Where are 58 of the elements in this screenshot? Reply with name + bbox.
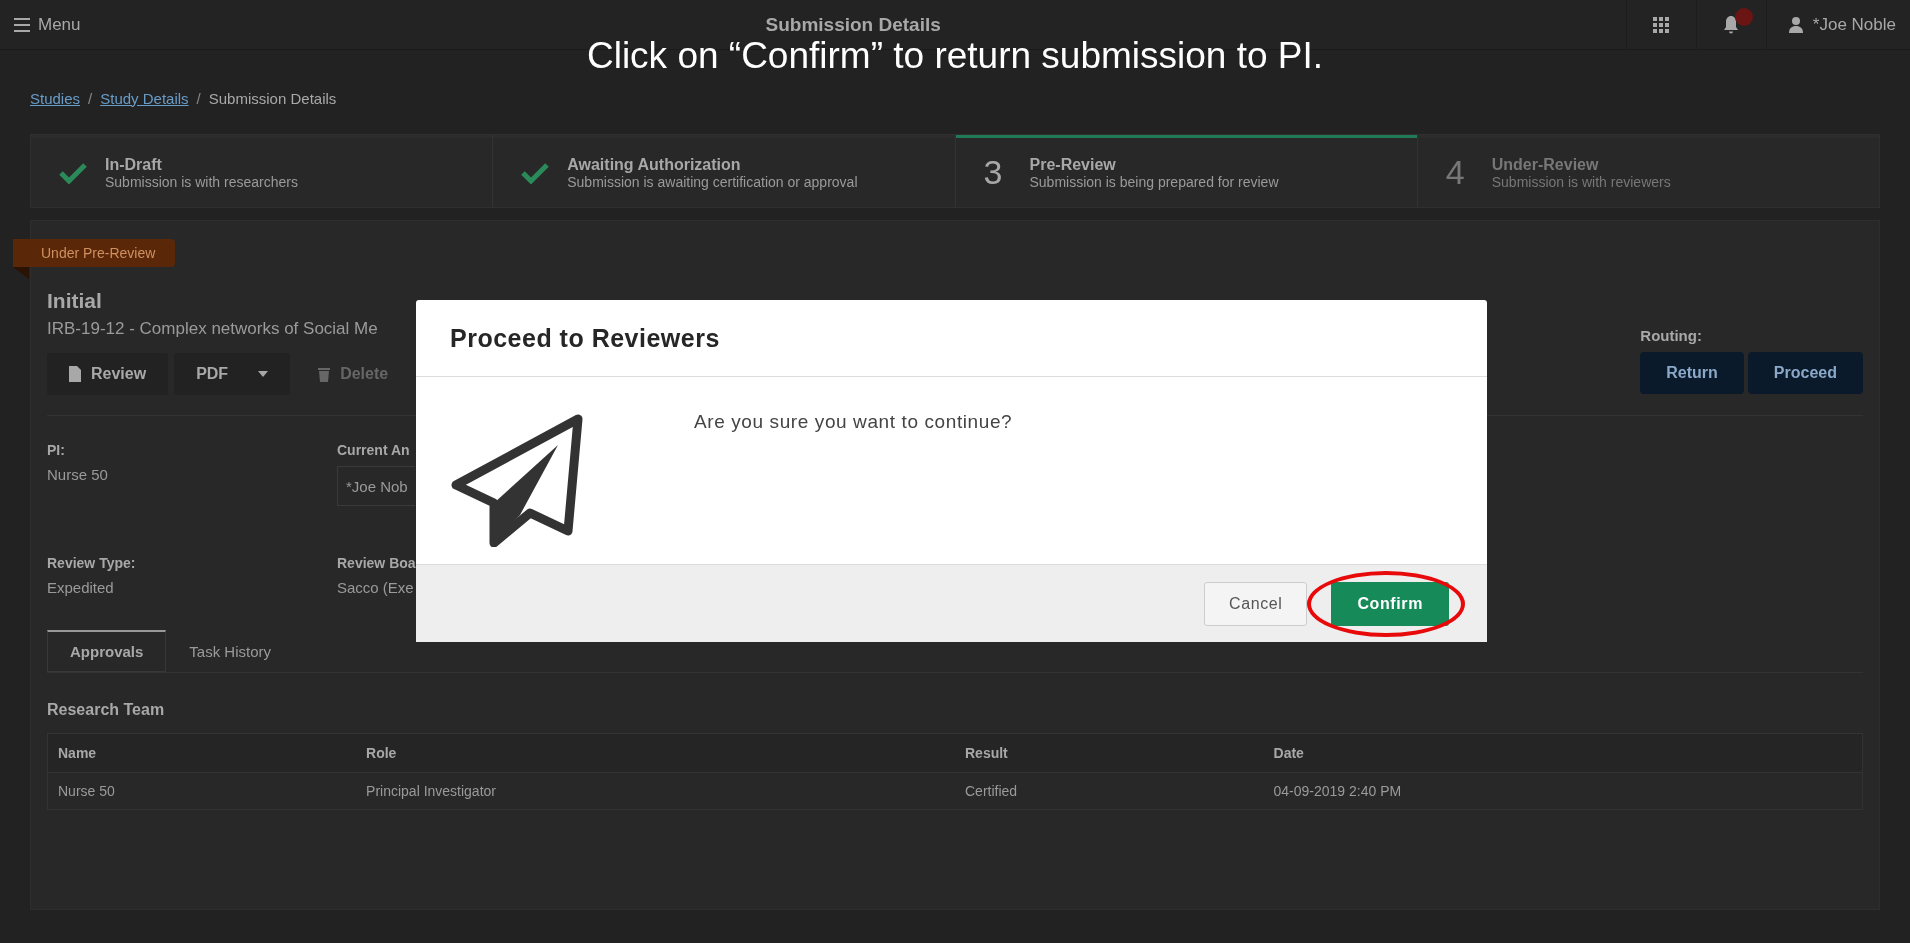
submission-title: IRB-19-12 - Complex networks of Social Me (47, 319, 379, 339)
step-subtitle: Submission is with researchers (105, 173, 298, 190)
document-icon (69, 366, 81, 382)
user-icon (1788, 16, 1803, 33)
step-subtitle: Submission is with reviewers (1491, 173, 1671, 190)
dialog-title: Proceed to Reviewers (416, 300, 1487, 377)
user-menu[interactable]: *Joe Noble (1765, 0, 1896, 50)
step-title: Under-Review (1491, 155, 1600, 174)
step-title: Awaiting Authorization (567, 155, 742, 174)
menu-button[interactable]: Menu (14, 14, 81, 35)
step-subtitle: Submission is awaiting certification or approval (567, 173, 858, 190)
field-label: Review Type: (47, 554, 137, 571)
field-value: Nurse 50 (47, 466, 109, 483)
column-header: Role (356, 733, 955, 773)
grid-icon (1653, 16, 1670, 33)
field-label: PI: (47, 442, 66, 458)
dropdown-button[interactable]: PDF (174, 353, 291, 395)
column-header: Result (955, 733, 1264, 773)
cancel-button[interactable]: Cancel (1204, 581, 1308, 626)
submission-type: Initial (47, 289, 103, 313)
notification-badge (1734, 7, 1753, 26)
field-label: Current An (337, 442, 411, 458)
menu-icon (14, 17, 30, 32)
step-title: Pre-Review (1029, 155, 1117, 174)
caret-icon (258, 371, 269, 377)
table-cell: Certified (955, 772, 1264, 810)
breadcrumb-link[interactable]: Studies (30, 89, 81, 107)
confirm-button[interactable]: Confirm (1331, 581, 1449, 626)
breadcrumb-link[interactable]: Study Details (100, 89, 189, 107)
field-label: Review Boa (337, 554, 417, 571)
instruction-caption: Click on “Confirm” to return submission to PI. (586, 36, 1324, 77)
dialog-message: Are you sure you want to continue? (694, 411, 1013, 434)
table-cell: Nurse 50 (47, 772, 357, 810)
step-subtitle: Submission is being prepared for review (1029, 173, 1279, 190)
breadcrumb-separator: / (88, 89, 93, 107)
table-cell: Principal Investigator (356, 772, 955, 810)
routing-label: Routing: (1640, 327, 1702, 344)
breadcrumb-current: Submission Details (208, 89, 337, 107)
step-number: 3 (983, 153, 1004, 192)
routing-button[interactable]: Proceed (1747, 352, 1863, 394)
analyst-field[interactable]: *Joe Nob (337, 466, 415, 506)
trash-icon (318, 366, 331, 382)
column-header: Date (1263, 733, 1863, 773)
routing-button[interactable]: Return (1640, 352, 1744, 394)
step-number: 4 (1445, 153, 1466, 192)
field-value: Sacco (Exe (337, 578, 415, 596)
tab[interactable]: Approvals (47, 630, 167, 672)
action-button[interactable]: Review (47, 353, 169, 395)
column-header: Name (47, 733, 357, 773)
breadcrumb-separator: / (196, 89, 201, 107)
page-title: Submission Details (764, 13, 942, 36)
section-title: Research Team (47, 701, 166, 719)
field-value: Expedited (47, 578, 115, 596)
status-ribbon: Under Pre-Review (13, 239, 176, 267)
bell-icon (1723, 15, 1740, 34)
step-title: In-Draft (105, 155, 163, 174)
tab[interactable]: Task History (166, 630, 295, 672)
table-cell: 04-09-2019 2:40 PM (1263, 772, 1863, 810)
